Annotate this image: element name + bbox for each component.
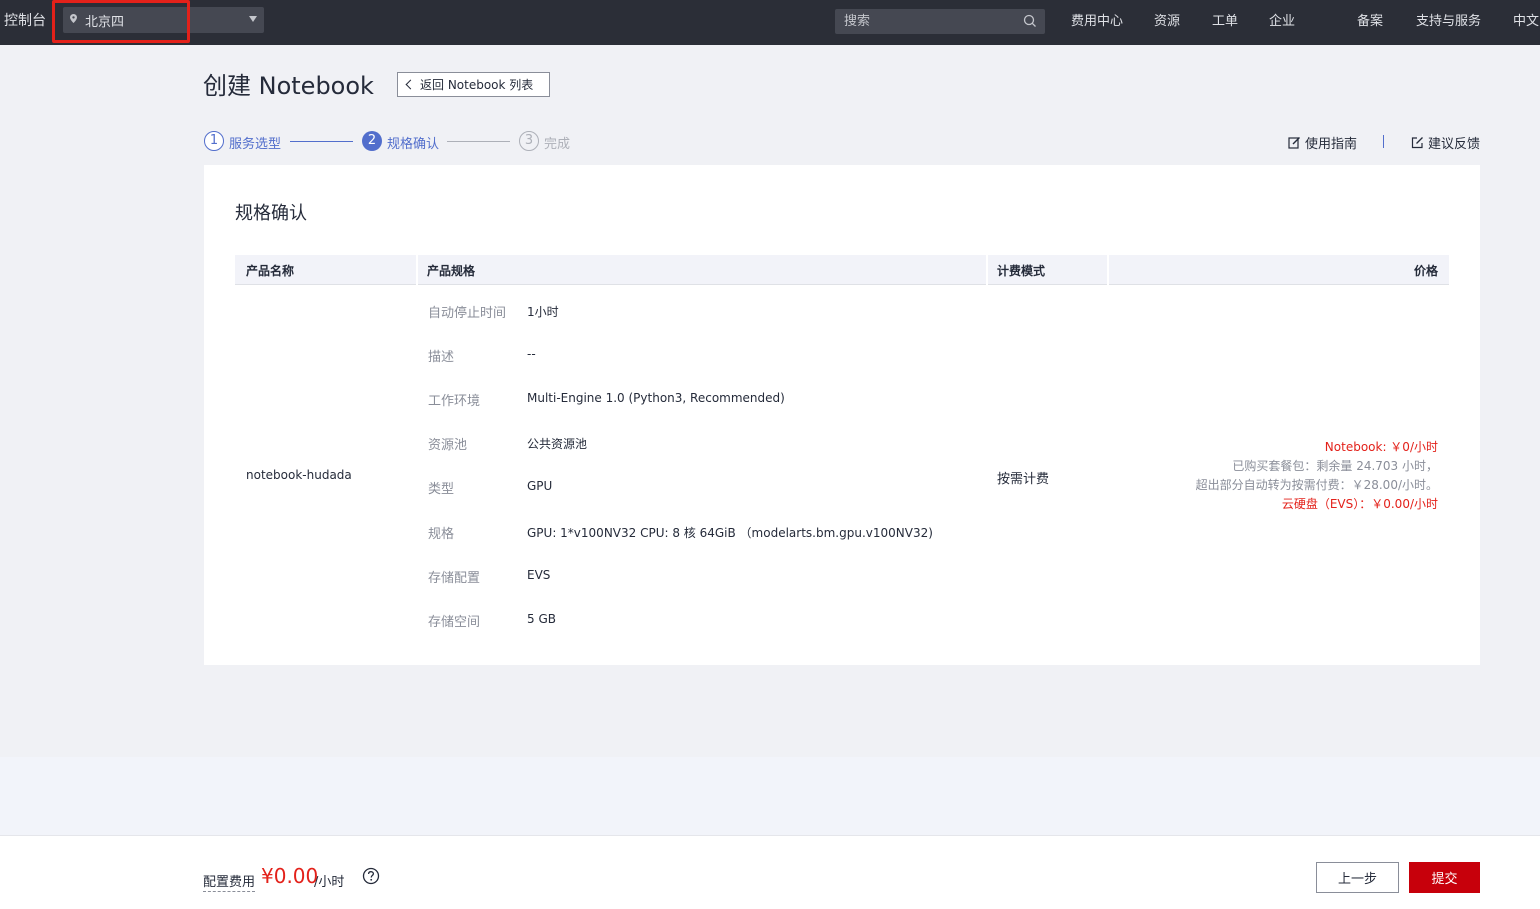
price-overflow-note: 超出部分自动转为按需付费：￥28.00/小时。 xyxy=(1195,478,1438,492)
spec-confirmation-card: 规格确认 产品名称 产品规格 计费模式 价格 notebook-hudada 自… xyxy=(204,165,1480,665)
nav-language[interactable]: 中文 xyxy=(1513,10,1539,29)
search-input[interactable] xyxy=(835,9,1020,34)
chevron-left-icon xyxy=(405,79,416,90)
back-to-list-button[interactable]: 返回 Notebook 列表 xyxy=(397,72,550,97)
step-2-label: 规格确认 xyxy=(387,137,440,152)
price-package-remaining: 已购买套餐包：剩余量 24.703 小时， xyxy=(1232,459,1438,473)
column-header-product-name: 产品名称 xyxy=(246,264,295,278)
price-notebook: Notebook: ￥0/小时 xyxy=(1324,440,1438,454)
card-title: 规格确认 xyxy=(235,203,307,224)
step-connector xyxy=(290,141,353,142)
config-fee-label[interactable]: 配置费用 xyxy=(203,871,256,892)
column-header-billing-mode: 计费模式 xyxy=(997,264,1046,278)
step-connector xyxy=(447,141,510,142)
column-divider xyxy=(986,255,988,285)
submit-button[interactable]: 提交 xyxy=(1409,862,1480,893)
feedback-link[interactable]: 建议反馈 xyxy=(1411,133,1480,152)
price-evs: 云硬盘（EVS）：￥0.00/小时 xyxy=(1281,497,1438,511)
spec-value: GPU: 1*v100NV32 CPU: 8 核 64GiB （modelart… xyxy=(527,526,933,540)
user-guide-label: 使用指南 xyxy=(1305,137,1358,152)
nav-enterprise[interactable]: 企业 xyxy=(1269,10,1295,29)
spec-key: 存储空间 xyxy=(428,615,481,630)
spec-value: 1小时 xyxy=(527,305,559,319)
column-header-product-spec: 产品规格 xyxy=(427,264,476,278)
link-divider xyxy=(1383,135,1384,148)
spec-value: Multi-Engine 1.0 (Python3, Recommended) xyxy=(527,391,785,405)
spec-key: 自动停止时间 xyxy=(428,306,507,321)
previous-step-button[interactable]: 上一步 xyxy=(1316,862,1399,893)
console-link[interactable]: 控制台 xyxy=(4,10,46,30)
region-highlight-box xyxy=(52,0,190,43)
search-box xyxy=(835,9,1045,34)
spec-value: 5 GB xyxy=(527,612,556,626)
step-3-number: 3 xyxy=(519,131,539,151)
nav-support[interactable]: 支持与服务 xyxy=(1416,10,1481,29)
column-header-price: 价格 xyxy=(1413,264,1438,278)
search-icon[interactable] xyxy=(1023,14,1037,28)
spec-value: -- xyxy=(527,347,536,361)
spec-key: 描述 xyxy=(428,350,455,365)
feedback-label: 建议反馈 xyxy=(1428,137,1481,152)
spec-key: 类型 xyxy=(428,482,455,497)
column-divider xyxy=(416,255,418,285)
spec-key: 资源池 xyxy=(428,438,468,453)
config-fee-amount: ¥0.00 xyxy=(261,864,319,888)
spec-value: GPU xyxy=(527,479,553,493)
spec-key: 工作环境 xyxy=(428,394,481,409)
feedback-edit-icon xyxy=(1411,137,1423,149)
step-3-label: 完成 xyxy=(544,137,571,152)
nav-billing-center[interactable]: 费用中心 xyxy=(1071,10,1123,29)
help-question-icon[interactable] xyxy=(362,867,380,885)
nav-resources[interactable]: 资源 xyxy=(1154,10,1180,29)
nav-tickets[interactable]: 工单 xyxy=(1212,10,1238,29)
spec-key: 规格 xyxy=(428,527,455,542)
table-header: 产品名称 产品规格 计费模式 价格 xyxy=(235,255,1449,285)
top-navigation-bar: 控制台 北京四 费用中心 资源 工单 企业 备案 支持与服务 中文 xyxy=(0,0,1540,45)
chevron-down-icon xyxy=(249,16,257,22)
edit-document-icon xyxy=(1288,137,1300,149)
step-1-label: 服务选型 xyxy=(229,137,282,152)
spec-value: 公共资源池 xyxy=(527,437,588,451)
config-fee-unit: /小时 xyxy=(314,875,345,890)
footer-bar: 配置费用 ¥0.00 /小时 上一步 提交 xyxy=(0,835,1540,909)
spec-key: 存储配置 xyxy=(428,571,481,586)
spec-value: EVS xyxy=(527,568,551,582)
user-guide-link[interactable]: 使用指南 xyxy=(1288,133,1357,152)
page-title: 创建 Notebook xyxy=(203,72,374,100)
step-1-number: 1 xyxy=(204,131,224,151)
nav-icp-filing[interactable]: 备案 xyxy=(1357,10,1383,29)
back-button-label: 返回 Notebook 列表 xyxy=(420,78,534,92)
column-divider xyxy=(1107,255,1109,285)
step-2-number: 2 xyxy=(362,131,382,151)
page-bottom-band xyxy=(0,757,1540,835)
product-name-cell: notebook-hudada xyxy=(246,468,352,482)
billing-mode-cell: 按需计费 xyxy=(997,472,1050,487)
